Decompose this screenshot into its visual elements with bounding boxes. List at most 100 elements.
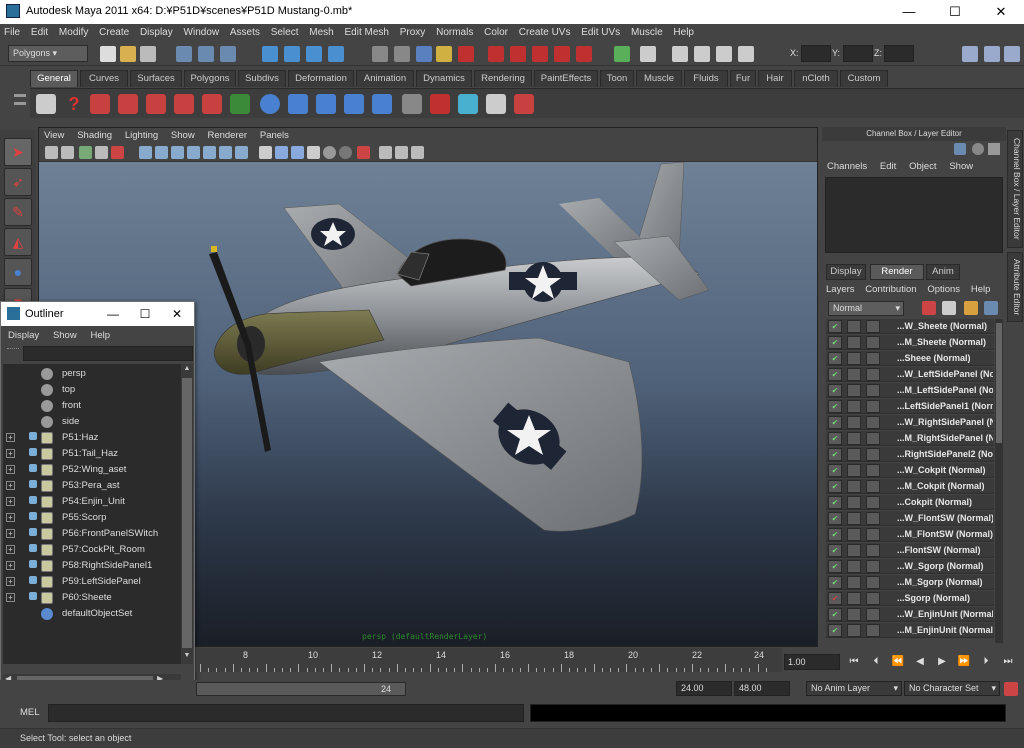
channel-box-expand-icon[interactable] — [988, 143, 1000, 155]
render-layer-row[interactable]: ✔ ...M_Cokpit (Normal) — [826, 479, 994, 494]
menu-create-uvs[interactable]: Create UVs — [515, 24, 575, 38]
open-scene-icon[interactable] — [120, 46, 136, 62]
shelf-tab-dynamics[interactable]: Dynamics — [416, 70, 472, 87]
layer-settings-icon[interactable] — [866, 560, 880, 573]
render-settings-layer-icon[interactable] — [964, 301, 978, 315]
lights-icon[interactable] — [291, 146, 304, 159]
expand-icon[interactable]: + — [6, 561, 15, 570]
lock-icon[interactable] — [436, 46, 452, 62]
field-chart-icon[interactable] — [187, 146, 200, 159]
hypershade-icon[interactable] — [554, 46, 570, 62]
z-field[interactable] — [884, 45, 914, 62]
textured-icon[interactable] — [275, 146, 288, 159]
outliner-show-menu[interactable]: Show — [46, 326, 81, 341]
shelf-tab-subdivs[interactable]: Subdivs — [238, 70, 286, 87]
character-set-dropdown[interactable]: No Character Set ▾ — [904, 681, 1000, 696]
layer-renderable-checkbox[interactable]: ✔ — [828, 352, 842, 365]
outliner-vertical-scrollbar[interactable]: ▲ ▼ — [181, 364, 193, 664]
shelf-tab-fur[interactable]: Fur — [730, 70, 756, 87]
shelf-fx-icon[interactable] — [174, 94, 194, 114]
layer-recycle-icon[interactable] — [847, 592, 861, 605]
viewport-menu-shading[interactable]: Shading — [72, 128, 117, 143]
render-settings-icon[interactable] — [532, 46, 548, 62]
range-slider-handle[interactable]: 24 — [196, 682, 406, 696]
shelf-brush-icon[interactable] — [514, 94, 534, 114]
menu-edit-uvs[interactable]: Edit UVs — [577, 24, 624, 38]
minimize-button[interactable]: — — [886, 0, 932, 24]
sphere-shade-icon[interactable] — [323, 146, 336, 159]
shelf-tab-custom[interactable]: Custom — [840, 70, 888, 87]
expand-icon[interactable]: + — [6, 497, 15, 506]
smooth-shade-icon[interactable] — [259, 146, 272, 159]
shelf-tab-fluids[interactable]: Fluids — [684, 70, 728, 87]
layer-renderable-checkbox[interactable]: ✔ — [828, 416, 842, 429]
render-layer-row[interactable]: ✔ ...LeftSidePanel1 (Normal) — [826, 399, 994, 414]
layer-settings-icon[interactable] — [866, 368, 880, 381]
layer-settings-icon[interactable] — [866, 528, 880, 541]
channel-object-menu[interactable]: Object — [904, 159, 941, 174]
snap-plane-icon[interactable] — [328, 46, 344, 62]
layer-renderable-checkbox[interactable]: ✔ — [828, 320, 842, 333]
shelf-arrow-icon[interactable] — [230, 94, 250, 114]
history-icon[interactable] — [372, 46, 388, 62]
layer-recycle-icon[interactable] — [847, 480, 861, 493]
render-frame-icon[interactable] — [488, 46, 504, 62]
menu-mesh[interactable]: Mesh — [305, 24, 337, 38]
resolution-gate-icon[interactable] — [155, 146, 168, 159]
shelf-tab-painteffects[interactable]: PaintEffects — [534, 70, 598, 87]
layer-recycle-icon[interactable] — [847, 384, 861, 397]
layer-settings-icon[interactable] — [866, 384, 880, 397]
layer-renderable-checkbox[interactable]: ✔ — [828, 624, 842, 637]
step-back-icon[interactable]: ⏴ — [868, 655, 884, 669]
outliner-item[interactable]: + P59:LeftSidePanel — [3, 574, 181, 590]
layer-list-scrollbar[interactable] — [995, 319, 1003, 643]
grid-toggle-icon[interactable] — [111, 146, 124, 159]
x-field[interactable] — [801, 45, 831, 62]
layer-recycle-icon[interactable] — [847, 320, 861, 333]
play-backward-icon[interactable]: ◀ — [912, 655, 928, 669]
viewport-menu-renderer[interactable]: Renderer — [202, 128, 252, 143]
layer-renderable-checkbox[interactable]: ✔ — [828, 544, 842, 557]
menu-edit-mesh[interactable]: Edit Mesh — [341, 24, 393, 38]
render-layer-row[interactable]: ✔ ...M_Sgorp (Normal) — [826, 575, 994, 590]
shelf-menu-icon[interactable] — [12, 90, 28, 116]
tool-settings-toggle-icon[interactable] — [984, 46, 1000, 62]
auto-key-icon[interactable] — [1004, 682, 1018, 696]
layer-recycle-icon[interactable] — [847, 512, 861, 525]
tab-render[interactable]: Render — [870, 264, 924, 280]
layer-recycle-icon[interactable] — [847, 624, 861, 637]
outliner-close-button[interactable]: ✕ — [161, 302, 193, 326]
select-tool[interactable]: ➤ — [4, 138, 32, 166]
camera-select-icon[interactable] — [45, 146, 58, 159]
layer-recycle-icon[interactable] — [847, 496, 861, 509]
layer-help-menu[interactable]: Help — [967, 282, 995, 297]
shelf-tab-curves[interactable]: Curves — [80, 70, 128, 87]
time-slider[interactable]: 8 10 12 14 16 18 20 22 24 — [196, 648, 782, 672]
layer-settings-icon[interactable] — [866, 576, 880, 589]
shelf-tab-general[interactable]: General — [30, 70, 78, 87]
viewport-menu-lighting[interactable]: Lighting — [120, 128, 163, 143]
help-query-icon[interactable] — [416, 46, 432, 62]
render-layer-row[interactable]: ✔ ...W_EnjinUnit (Normal) — [826, 607, 994, 622]
select-object-icon[interactable] — [198, 46, 214, 62]
sidebar-toggle-4-icon[interactable] — [738, 46, 754, 62]
render-layer-row[interactable]: ✔ ...W_Cokpit (Normal) — [826, 463, 994, 478]
move-tool[interactable]: ◭ — [4, 228, 32, 256]
menu-assets[interactable]: Assets — [226, 24, 264, 38]
layer-recycle-icon[interactable] — [847, 368, 861, 381]
layer-settings-icon[interactable] — [866, 592, 880, 605]
side-tab-channel-box[interactable]: Channel Box / Layer Editor — [1007, 130, 1023, 248]
shadows-icon[interactable] — [307, 146, 320, 159]
outliner-item[interactable]: + P51:Tail_Haz — [3, 446, 181, 462]
layer-settings-icon[interactable] — [866, 512, 880, 525]
render-view-icon[interactable] — [576, 46, 592, 62]
outliner-scroll-down-icon[interactable]: ▼ — [182, 652, 192, 662]
step-forward-key-icon[interactable]: ⏩ — [956, 655, 972, 669]
layer-settings-icon[interactable] — [866, 496, 880, 509]
layer-renderable-checkbox[interactable]: ✔ — [828, 560, 842, 573]
layer-options-icon[interactable] — [984, 301, 998, 315]
shelf-help-icon[interactable]: ? — [64, 94, 84, 114]
command-input[interactable] — [48, 704, 524, 722]
render-layer-row[interactable]: ✔ ...M_FlontSW (Normal) — [826, 527, 994, 542]
render-layer-row[interactable]: ✔ ...W_LeftSidePanel (Normal) — [826, 367, 994, 382]
